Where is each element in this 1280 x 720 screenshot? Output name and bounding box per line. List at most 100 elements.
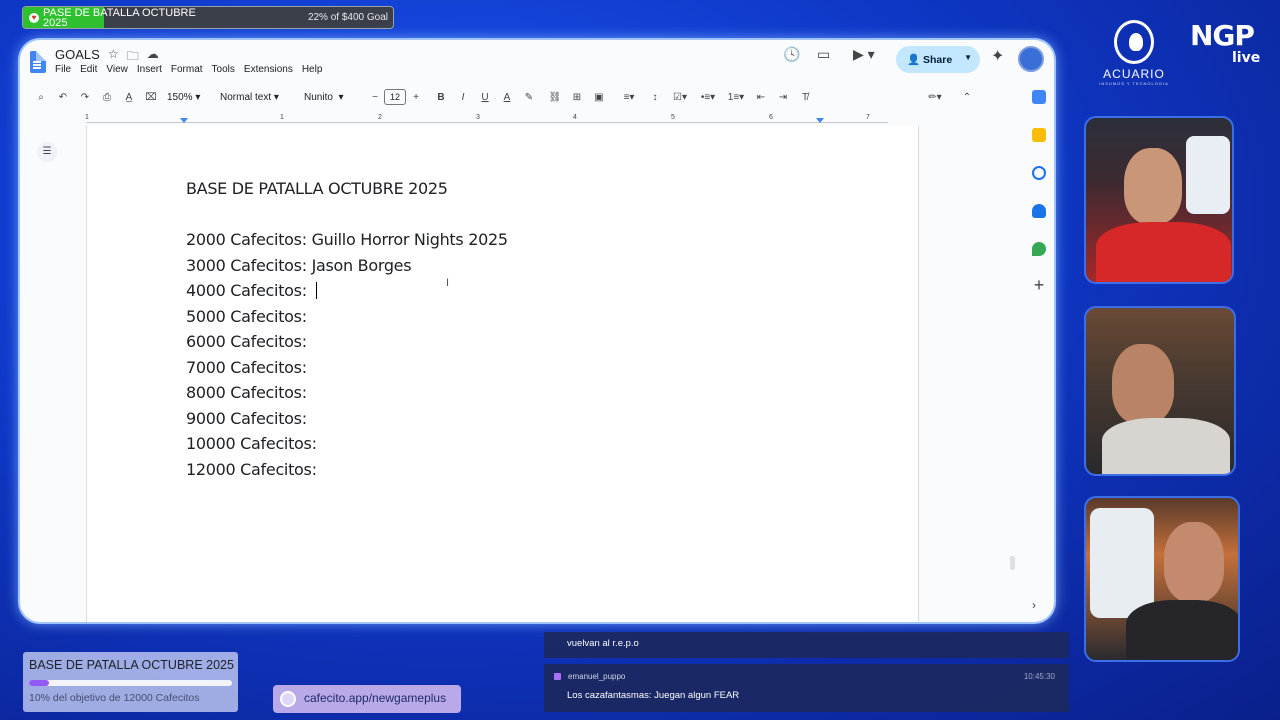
doc-line[interactable]: 9000 Cafecitos: bbox=[186, 409, 307, 428]
search-menus-icon[interactable]: ⌕ bbox=[30, 92, 52, 103]
line-spacing-icon[interactable]: ↕ bbox=[644, 92, 666, 103]
doc-line[interactable]: 8000 Cafecitos: bbox=[186, 383, 307, 402]
highlight-icon[interactable]: ✎ bbox=[518, 92, 540, 103]
document-outline-icon[interactable]: ☰ bbox=[37, 142, 57, 162]
bold-icon[interactable]: B bbox=[430, 92, 452, 103]
doc-line[interactable]: 6000 Cafecitos: bbox=[186, 332, 307, 351]
bottom-goal-widget: BASE DE PATALLA OCTUBRE 2025 10% del obj… bbox=[23, 652, 238, 712]
decrease-font-size-icon[interactable]: − bbox=[366, 92, 384, 103]
share-label: Share bbox=[923, 54, 953, 66]
ruler-number: 4 bbox=[573, 114, 577, 121]
docs-logo-icon[interactable] bbox=[30, 51, 46, 73]
add-comment-icon[interactable]: ⊞ bbox=[566, 92, 588, 103]
font-size-input[interactable]: 12 bbox=[384, 89, 406, 105]
bottom-goal-progress-fill bbox=[29, 680, 50, 686]
ruler-number: 6 bbox=[769, 114, 773, 121]
gemini-icon[interactable]: ✦ bbox=[991, 46, 1004, 66]
ngp-live-text: live bbox=[1232, 50, 1261, 66]
version-history-icon[interactable]: 🕓 bbox=[783, 46, 800, 63]
right-indent-marker[interactable] bbox=[816, 118, 824, 123]
calendar-icon[interactable] bbox=[1032, 90, 1046, 104]
add-addon-icon[interactable]: + bbox=[1032, 276, 1046, 294]
bulleted-list-icon[interactable]: •≡▾ bbox=[694, 92, 722, 103]
doc-line[interactable]: 2000 Cafecitos: Guillo Horror Nights 202… bbox=[186, 230, 508, 249]
paint-format-icon[interactable]: ⌧ bbox=[140, 92, 162, 103]
acuario-logo-text: ACUARIO bbox=[1103, 67, 1165, 81]
decrease-indent-icon[interactable]: ⇤ bbox=[750, 92, 772, 103]
underline-icon[interactable]: U bbox=[474, 92, 496, 103]
keep-icon[interactable] bbox=[1032, 128, 1046, 142]
menu-view[interactable]: View bbox=[106, 64, 128, 75]
top-goal-status: 22% of $400 Goal bbox=[307, 12, 388, 23]
bottom-goal-status: 10% del objetivo de 12000 Cafecitos bbox=[29, 692, 200, 704]
acuario-logo-subtitle: INSUMOS Y TECNOLOGIA bbox=[1099, 81, 1169, 86]
menu-tools[interactable]: Tools bbox=[212, 64, 235, 75]
vertical-scrollbar[interactable] bbox=[1010, 556, 1015, 570]
ngp-logo-text: NGP bbox=[1190, 19, 1255, 52]
italic-icon[interactable]: I bbox=[452, 92, 474, 103]
menu-format[interactable]: Format bbox=[171, 64, 203, 75]
ruler-number: 7 bbox=[866, 114, 870, 121]
insert-link-icon[interactable]: ⛓ bbox=[544, 92, 566, 103]
zoom-select[interactable]: 150% ▾ bbox=[162, 92, 208, 103]
paragraph-style-select[interactable]: Normal text ▾ bbox=[208, 92, 296, 103]
doc-line[interactable]: 7000 Cafecitos: bbox=[186, 358, 307, 377]
increase-font-size-icon[interactable]: + bbox=[406, 92, 426, 103]
increase-indent-icon[interactable]: ⇥ bbox=[772, 92, 794, 103]
tasks-icon[interactable] bbox=[1032, 166, 1046, 180]
bottom-goal-title: BASE DE PATALLA OCTUBRE 2025 bbox=[29, 658, 234, 672]
print-icon[interactable]: ⎙ bbox=[96, 92, 118, 103]
doc-line[interactable]: 12000 Cafecitos: bbox=[186, 460, 317, 479]
left-margin-area: ☰ bbox=[20, 130, 86, 622]
doc-line[interactable]: 3000 Cafecitos: Jason Borges bbox=[186, 256, 412, 275]
align-icon[interactable]: ≡▾ bbox=[614, 92, 644, 103]
redo-icon[interactable]: ↷ bbox=[74, 92, 96, 103]
chevron-right-icon[interactable]: › bbox=[1032, 598, 1036, 612]
meet-icon[interactable]: ▶ ▾ bbox=[853, 46, 875, 63]
mouse-ibeam-icon: I bbox=[446, 277, 450, 289]
share-button[interactable]: 👤 Share ▼ bbox=[896, 46, 980, 73]
cafecito-link: cafecito.app/newgameplus bbox=[273, 685, 461, 713]
font-select[interactable]: Nunito ▾ bbox=[296, 92, 366, 103]
doc-line-active[interactable]: 4000 Cafecitos: bbox=[186, 281, 317, 300]
doc-line[interactable]: 5000 Cafecitos: bbox=[186, 307, 307, 326]
account-avatar[interactable] bbox=[1018, 46, 1044, 72]
ruler-number: 5 bbox=[671, 114, 675, 121]
formatting-toolbar: ⌕ ↶ ↷ ⎙ A̲ ⌧ 150% ▾ Normal text ▾ Nunito… bbox=[30, 86, 998, 108]
people-icon: 👤 bbox=[907, 54, 923, 66]
docs-window: GOALS ☆ 🗀 ☁ File Edit View Insert Format… bbox=[20, 40, 1054, 622]
ruler-number: 1 bbox=[280, 114, 284, 121]
cafecito-icon bbox=[280, 691, 296, 707]
comments-icon[interactable]: ▭ bbox=[817, 46, 830, 63]
font-value: Nunito bbox=[304, 91, 333, 103]
numbered-list-icon[interactable]: 1≡▾ bbox=[722, 92, 750, 103]
document-page[interactable]: BASE DE PATALLA OCTUBRE 2025 2000 Cafeci… bbox=[86, 126, 919, 622]
document-title[interactable]: GOALS bbox=[55, 47, 100, 62]
webcam-feed bbox=[1084, 496, 1240, 662]
heart-icon: ♥ bbox=[29, 13, 39, 23]
menu-help[interactable]: Help bbox=[302, 64, 323, 75]
checklist-icon[interactable]: ☑▾ bbox=[666, 92, 694, 103]
menu-extensions[interactable]: Extensions bbox=[244, 64, 293, 75]
ngp-live-logo: NGP live bbox=[1190, 19, 1261, 67]
clear-formatting-icon[interactable]: T̸ bbox=[794, 92, 816, 103]
ruler-number: 2 bbox=[378, 114, 382, 121]
menu-file[interactable]: File bbox=[55, 64, 71, 75]
editing-mode-icon[interactable]: ✏▾ bbox=[920, 92, 950, 103]
share-dropdown-icon[interactable]: ▼ bbox=[964, 53, 972, 62]
text-cursor bbox=[315, 282, 317, 299]
spellcheck-icon[interactable]: A̲ bbox=[118, 92, 140, 103]
undo-icon[interactable]: ↶ bbox=[52, 92, 74, 103]
menu-edit[interactable]: Edit bbox=[80, 64, 97, 75]
contacts-icon[interactable] bbox=[1032, 204, 1046, 218]
menu-insert[interactable]: Insert bbox=[137, 64, 162, 75]
insert-image-icon[interactable]: ▣ bbox=[588, 92, 610, 103]
doc-line[interactable]: 10000 Cafecitos: bbox=[186, 434, 317, 453]
doc-heading[interactable]: BASE DE PATALLA OCTUBRE 2025 bbox=[186, 179, 448, 198]
chat-message: vuelvan al r.e.p.o bbox=[544, 632, 1069, 658]
left-indent-marker[interactable] bbox=[180, 118, 188, 123]
collapse-menus-icon[interactable]: ⌃ bbox=[956, 92, 978, 103]
zoom-value: 150% bbox=[167, 91, 193, 103]
maps-icon[interactable] bbox=[1032, 242, 1046, 256]
text-color-icon[interactable]: A bbox=[496, 92, 518, 103]
